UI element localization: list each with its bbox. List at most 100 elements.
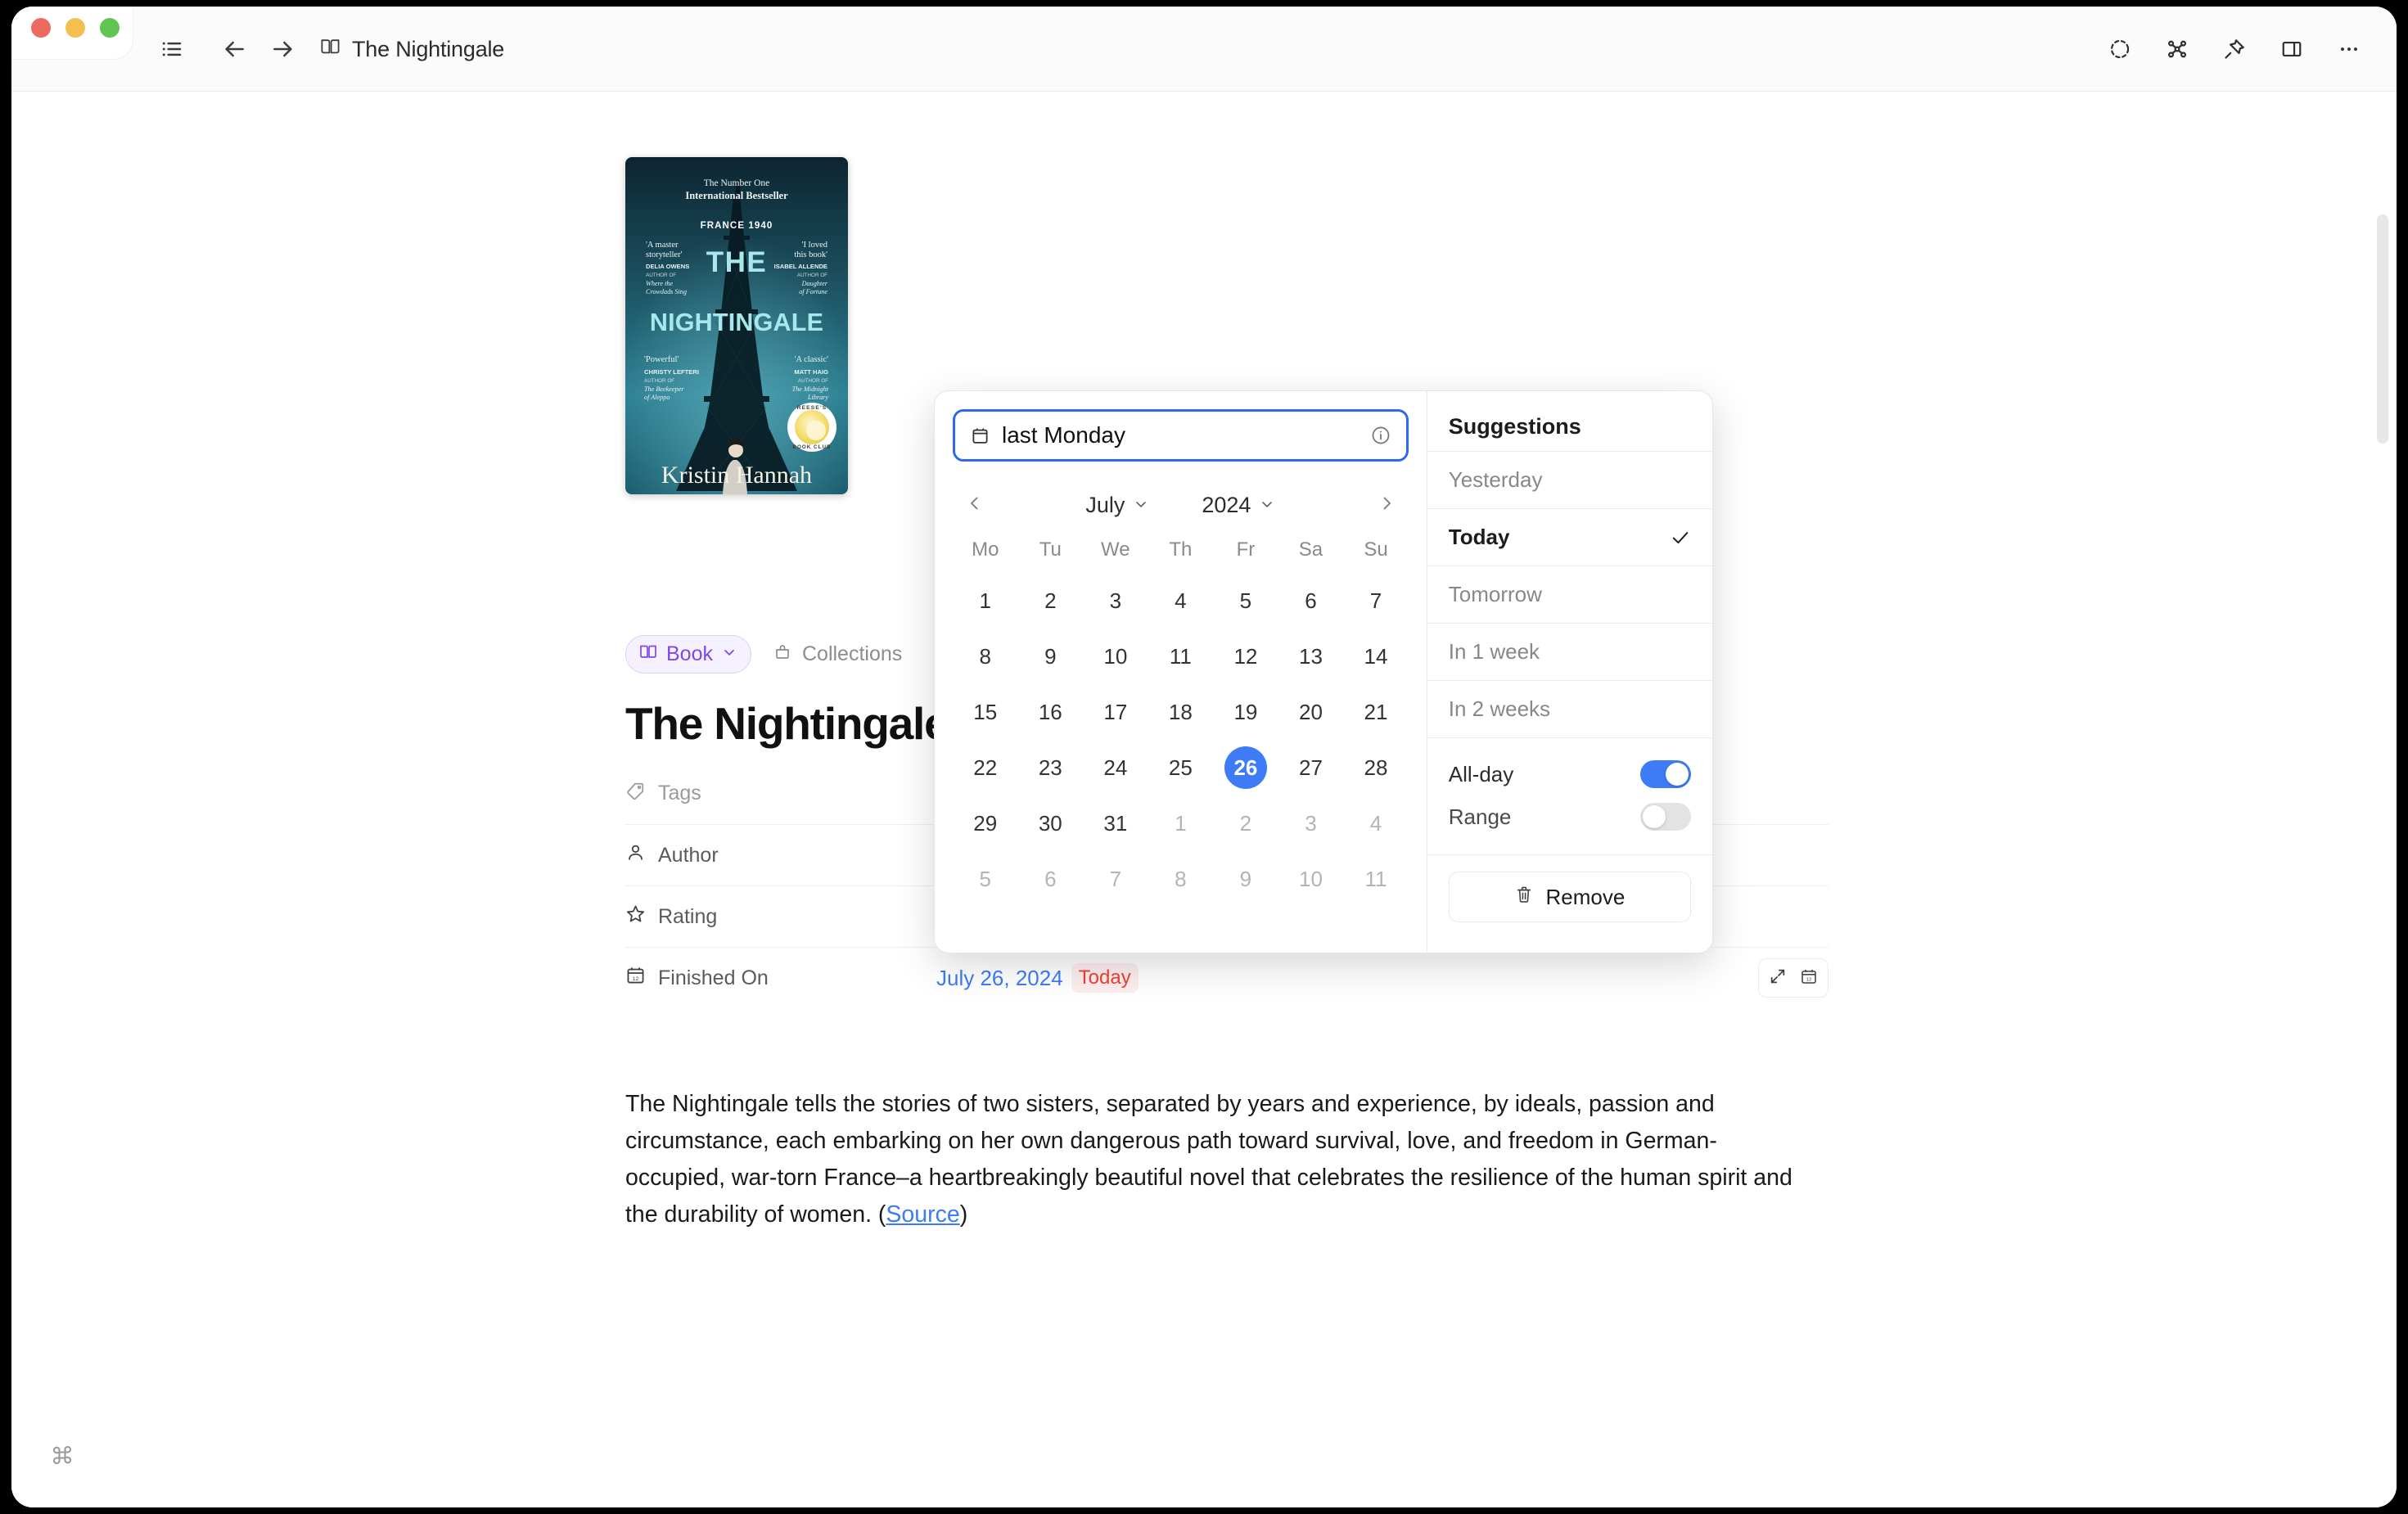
calendar-day[interactable]: 1: [1148, 795, 1214, 851]
right-panel-button[interactable]: [2272, 31, 2311, 67]
calendar-day[interactable]: 16: [1018, 684, 1084, 740]
person-icon: [625, 842, 646, 868]
collections-button[interactable]: Collections: [773, 642, 902, 667]
calendar-day[interactable]: 28: [1343, 740, 1409, 795]
sidebar-toggle-button[interactable]: [152, 31, 192, 67]
calendar-day[interactable]: 5: [1213, 573, 1278, 629]
calendar-day[interactable]: 9: [1018, 629, 1084, 684]
calendar-day[interactable]: 17: [1083, 684, 1148, 740]
calendar-day[interactable]: 1: [953, 573, 1018, 629]
note-type-pill[interactable]: Book: [625, 634, 751, 674]
svg-text:International Bestseller: International Bestseller: [685, 190, 788, 201]
next-month-button[interactable]: [1368, 486, 1405, 524]
calendar-day[interactable]: 14: [1343, 629, 1409, 684]
calendar-day[interactable]: 9: [1213, 851, 1278, 907]
calendar-day[interactable]: 31: [1083, 795, 1148, 851]
calendar-day[interactable]: 22: [953, 740, 1018, 795]
calendar-day-number: 4: [1175, 588, 1187, 613]
calendar-day[interactable]: 29: [953, 795, 1018, 851]
calendar-weekday: Tu: [1039, 538, 1062, 561]
property-name: Author: [658, 843, 719, 867]
calendar-day[interactable]: 2: [1018, 573, 1084, 629]
calendar-day-number: 27: [1298, 755, 1323, 780]
calendar-day[interactable]: 7: [1083, 851, 1148, 907]
calendar-day[interactable]: 12: [1213, 629, 1278, 684]
date-input-wrapper[interactable]: last Monday: [953, 409, 1409, 462]
date-value[interactable]: July 26, 2024: [936, 966, 1063, 991]
calendar-weekday: Sa: [1298, 538, 1323, 561]
open-date-picker-button[interactable]: 12: [1793, 962, 1824, 994]
calendar-day[interactable]: 3: [1083, 573, 1148, 629]
calendar-day[interactable]: 3: [1278, 795, 1344, 851]
focus-mode-button[interactable]: [2100, 31, 2140, 67]
calendar-day[interactable]: 25: [1148, 740, 1214, 795]
calendar-day[interactable]: 8: [953, 629, 1018, 684]
minimize-window-button[interactable]: [65, 18, 85, 38]
property-label-tags[interactable]: Tags: [625, 781, 936, 807]
calendar-day[interactable]: 6: [1278, 573, 1344, 629]
expand-button[interactable]: [1762, 962, 1793, 994]
svg-text:'A master: 'A master: [646, 241, 679, 250]
calendar-day[interactable]: 20: [1278, 684, 1344, 740]
calendar-day[interactable]: 4: [1148, 573, 1214, 629]
calendar-day[interactable]: 15: [953, 684, 1018, 740]
suggestion-item[interactable]: Today: [1427, 508, 1712, 565]
property-label-rating[interactable]: Rating: [625, 903, 936, 930]
suggestion-item[interactable]: In 1 week: [1427, 623, 1712, 680]
month-select[interactable]: July: [1085, 493, 1149, 518]
calendar-day[interactable]: 24: [1083, 740, 1148, 795]
calendar-day-selected[interactable]: 26: [1213, 740, 1278, 795]
calendar-day[interactable]: 30: [1018, 795, 1084, 851]
calendar-day[interactable]: 10: [1278, 851, 1344, 907]
maximize-window-button[interactable]: [100, 18, 119, 38]
property-row-finished-on[interactable]: 12 Finished On July 26, 2024 Today 12: [625, 947, 1829, 1008]
right-panel-icon: [2280, 38, 2303, 61]
note-body[interactable]: The Nightingale tells the stories of two…: [625, 1086, 1808, 1233]
source-link[interactable]: Source: [886, 1201, 959, 1228]
pin-button[interactable]: [2215, 31, 2254, 67]
toggle-switch[interactable]: [1640, 803, 1691, 831]
calendar-day[interactable]: 4: [1343, 795, 1409, 851]
remove-date-button[interactable]: Remove: [1448, 872, 1691, 922]
calendar-day[interactable]: 5: [953, 851, 1018, 907]
more-options-button[interactable]: [2329, 31, 2369, 67]
year-select[interactable]: 2024: [1202, 493, 1275, 518]
calendar-day[interactable]: 18: [1148, 684, 1214, 740]
vertical-scrollbar[interactable]: [2377, 214, 2388, 444]
calendar-day[interactable]: 23: [1018, 740, 1084, 795]
calendar-day[interactable]: 11: [1148, 629, 1214, 684]
calendar-day[interactable]: 10: [1083, 629, 1148, 684]
forward-button[interactable]: [264, 31, 303, 67]
calendar-day[interactable]: 27: [1278, 740, 1344, 795]
calendar-day[interactable]: 7: [1343, 573, 1409, 629]
property-label-finished-on[interactable]: 12 Finished On: [625, 965, 936, 991]
calendar-day[interactable]: 19: [1213, 684, 1278, 740]
close-window-button[interactable]: [31, 18, 51, 38]
date-input-value[interactable]: last Monday: [1002, 422, 1359, 448]
suggestion-label: In 2 weeks: [1448, 696, 1551, 721]
calendar-day[interactable]: 13: [1278, 629, 1344, 684]
property-value-finished-on[interactable]: July 26, 2024 Today: [936, 963, 1758, 993]
back-button[interactable]: [214, 31, 254, 67]
toggle-switch[interactable]: [1640, 760, 1691, 788]
suggestion-label: In 1 week: [1448, 639, 1540, 664]
command-palette-hint[interactable]: [51, 1444, 74, 1473]
book-open-icon: [319, 35, 341, 63]
suggestion-item[interactable]: In 2 weeks: [1427, 680, 1712, 737]
calendar-day[interactable]: 8: [1148, 851, 1214, 907]
graph-connections-icon: [2165, 37, 2189, 61]
date-picker-popover: last Monday July 2024 Mo Tu We Th Fr Sa …: [934, 390, 1713, 953]
property-label-author[interactable]: Author: [625, 842, 936, 868]
calendar-day[interactable]: 21: [1343, 684, 1409, 740]
breadcrumb[interactable]: The Nightingale: [319, 35, 504, 63]
calendar-day[interactable]: 2: [1213, 795, 1278, 851]
suggestion-item[interactable]: Tomorrow: [1427, 565, 1712, 623]
calendar-day[interactable]: 11: [1343, 851, 1409, 907]
svg-text:The Midnight: The Midnight: [792, 385, 829, 393]
graph-view-button[interactable]: [2158, 31, 2197, 67]
info-circle-icon[interactable]: [1370, 425, 1391, 446]
calendar-weekday: Su: [1364, 538, 1388, 561]
calendar-day[interactable]: 6: [1018, 851, 1084, 907]
suggestion-item[interactable]: Yesterday: [1427, 451, 1712, 508]
prev-month-button[interactable]: [956, 486, 994, 524]
